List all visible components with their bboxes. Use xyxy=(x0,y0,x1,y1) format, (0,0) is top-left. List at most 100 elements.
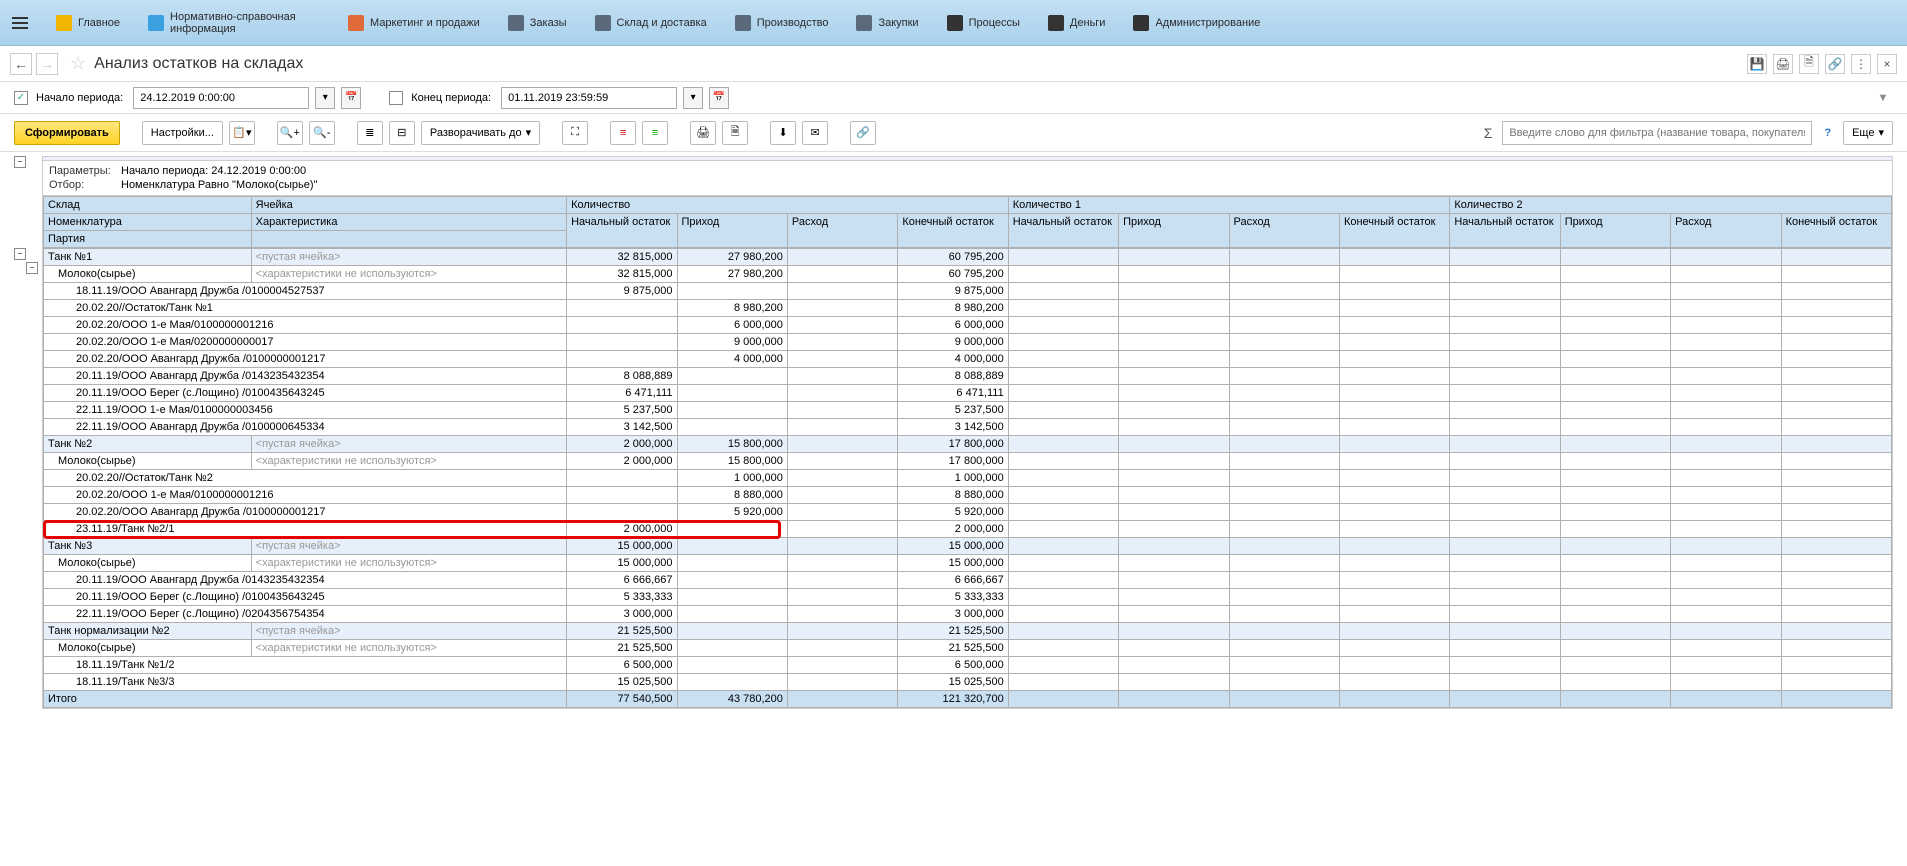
tank-row[interactable]: Танк №2<пустая ячейка>2 000,00015 800,00… xyxy=(44,436,1892,453)
filter-label: Отбор: xyxy=(49,179,121,191)
party-row[interactable]: 20.11.19/ООО Авангард Дружба /0143235432… xyxy=(44,368,1892,385)
tank-row[interactable]: Танк №1<пустая ячейка>32 815,00027 980,2… xyxy=(44,249,1892,266)
nom-row[interactable]: Молоко(сырье)<характеристики не использу… xyxy=(44,555,1892,572)
menu-item[interactable]: Склад и доставка xyxy=(581,7,721,39)
help-icon[interactable]: ? xyxy=(1824,127,1831,139)
party-row[interactable]: 20.11.19/ООО Берег (с.Лощино) /010043564… xyxy=(44,385,1892,402)
party-row[interactable]: 20.02.20//Остаток/Танк №21 000,0001 000,… xyxy=(44,470,1892,487)
party-row[interactable]: 20.02.20//Остаток/Танк №18 980,2008 980,… xyxy=(44,300,1892,317)
menu-icon xyxy=(735,15,751,31)
hamburger-icon[interactable] xyxy=(8,11,32,35)
search-input[interactable] xyxy=(1502,121,1812,145)
params-label: Параметры: xyxy=(49,165,121,177)
menu-item[interactable]: Процессы xyxy=(933,7,1034,39)
favorite-icon[interactable]: ☆ xyxy=(70,53,86,74)
nav-back-button[interactable]: ← xyxy=(10,53,32,75)
menu-item[interactable]: Маркетинг и продажи xyxy=(334,7,494,39)
close-icon[interactable]: × xyxy=(1877,54,1897,74)
settings-button[interactable]: Настройки... xyxy=(142,121,223,145)
end-period-checkbox[interactable] xyxy=(389,91,403,105)
menu-label: Закупки xyxy=(878,17,918,29)
menu-item[interactable]: Деньги xyxy=(1034,7,1120,39)
nom-row[interactable]: Молоко(сырье)<характеристики не использу… xyxy=(44,453,1892,470)
end-period-input[interactable] xyxy=(501,87,677,109)
start-period-input[interactable] xyxy=(133,87,309,109)
start-period-calendar-icon[interactable]: 📅 xyxy=(341,87,361,109)
nom-row[interactable]: Молоко(сырье)<характеристики не использу… xyxy=(44,266,1892,283)
fullscreen-icon[interactable]: ⛶ xyxy=(562,121,588,145)
party-row[interactable]: 18.11.19/Танк №1/26 500,0006 500,000 xyxy=(44,657,1892,674)
collapse-icon[interactable]: − xyxy=(14,248,26,260)
print-icon[interactable]: 🖨 xyxy=(1773,54,1793,74)
print-preview-icon[interactable]: 🗎 xyxy=(722,121,748,145)
more-button[interactable]: Еще ▾ xyxy=(1843,121,1893,145)
zoom-in-icon[interactable]: 🔍+ xyxy=(277,121,303,145)
menu-item[interactable]: Нормативно-справочная информация xyxy=(134,7,334,39)
filter-toggle-icon[interactable]: ▼ xyxy=(1873,88,1893,108)
party-row[interactable]: 22.11.19/ООО Берег (с.Лощино) /020435675… xyxy=(44,606,1892,623)
menu-icon xyxy=(1048,15,1064,31)
party-row[interactable]: 18.11.19/Танк №3/315 025,50015 025,500 xyxy=(44,674,1892,691)
nav-bar: ← → ☆ Анализ остатков на складах 💾 🖨 🗎 🔗… xyxy=(0,46,1907,82)
menu-icon xyxy=(947,15,963,31)
total-row: Итого77 540,50043 780,200121 320,700 xyxy=(44,691,1892,708)
party-row[interactable]: 23.11.19/Танк №2/12 000,0002 000,000 xyxy=(44,521,1892,538)
sigma-icon[interactable]: Σ xyxy=(1484,125,1493,141)
party-row[interactable]: 20.02.20/ООО Авангард Дружба /0100000001… xyxy=(44,504,1892,521)
expand-button[interactable]: Разворачивать до ▾ xyxy=(421,121,540,145)
menu-label: Деньги xyxy=(1070,17,1106,29)
highlight-red-icon[interactable]: ≡ xyxy=(610,121,636,145)
menu-item[interactable]: Заказы xyxy=(494,7,581,39)
save-icon[interactable]: 💾 xyxy=(1747,54,1767,74)
collapse-icon[interactable]: − xyxy=(14,156,26,168)
party-row[interactable]: 22.11.19/ООО Авангард Дружба /0100000645… xyxy=(44,419,1892,436)
email-icon[interactable]: ✉ xyxy=(802,121,828,145)
menu-label: Главное xyxy=(78,17,120,29)
menu-item[interactable]: Производство xyxy=(721,7,843,39)
menu-icon xyxy=(56,15,72,31)
nav-forward-button[interactable]: → xyxy=(36,53,58,75)
party-row[interactable]: 20.02.20/ООО 1-е Мая/01000000012168 880,… xyxy=(44,487,1892,504)
tank-row[interactable]: Танк нормализации №2<пустая ячейка>21 52… xyxy=(44,623,1892,640)
report-body: Параметры: Начало периода: 24.12.2019 0:… xyxy=(42,156,1893,709)
menu-label: Производство xyxy=(757,17,829,29)
attach-link-icon[interactable]: 🔗 xyxy=(850,121,876,145)
preview-icon[interactable]: 🗎 xyxy=(1799,54,1819,74)
main-menu: Главное Нормативно-справочная информацияМ… xyxy=(0,0,1907,46)
start-period-dropdown[interactable]: ▾ xyxy=(315,87,335,109)
menu-icon xyxy=(1133,15,1149,31)
party-row[interactable]: 20.02.20/ООО 1-е Мая/01000000012166 000,… xyxy=(44,317,1892,334)
start-period-checkbox[interactable] xyxy=(14,91,28,105)
party-row[interactable]: 20.02.20/ООО 1-е Мая/02000000000179 000,… xyxy=(44,334,1892,351)
export-icon[interactable]: ⬇ xyxy=(770,121,796,145)
menu-label: Заказы xyxy=(530,17,567,29)
tank-row[interactable]: Танк №3<пустая ячейка>15 000,00015 000,0… xyxy=(44,538,1892,555)
copy-button[interactable]: 📋▾ xyxy=(229,121,255,145)
report-data: Танк №1<пустая ячейка>32 815,00027 980,2… xyxy=(43,248,1892,708)
party-row[interactable]: 22.11.19/ООО 1-е Мая/01000000034565 237,… xyxy=(44,402,1892,419)
menu-item[interactable]: Главное xyxy=(42,7,134,39)
party-row[interactable]: 20.11.19/ООО Берег (с.Лощино) /010043564… xyxy=(44,589,1892,606)
start-period-label: Начало периода: xyxy=(36,92,123,104)
menu-icon xyxy=(856,15,872,31)
menu-item[interactable]: Закупки xyxy=(842,7,932,39)
zoom-out-icon[interactable]: 🔍- xyxy=(309,121,335,145)
list-icon[interactable]: ≣ xyxy=(357,121,383,145)
tree-icon[interactable]: ⊟ xyxy=(389,121,415,145)
highlight-green-icon[interactable]: ≡ xyxy=(642,121,668,145)
menu-icon xyxy=(148,15,164,31)
collapse-icon[interactable]: − xyxy=(26,262,38,274)
menu-label: Процессы xyxy=(969,17,1020,29)
end-period-calendar-icon[interactable]: 📅 xyxy=(709,87,729,109)
nom-row[interactable]: Молоко(сырье)<характеристики не использу… xyxy=(44,640,1892,657)
party-row[interactable]: 20.11.19/ООО Авангард Дружба /0143235432… xyxy=(44,572,1892,589)
print-button[interactable]: 🖨 xyxy=(690,121,716,145)
form-button[interactable]: Сформировать xyxy=(14,121,120,145)
end-period-dropdown[interactable]: ▾ xyxy=(683,87,703,109)
more-icon[interactable]: ⋮ xyxy=(1851,54,1871,74)
link-icon[interactable]: 🔗 xyxy=(1825,54,1845,74)
menu-item[interactable]: Администрирование xyxy=(1119,7,1274,39)
party-row[interactable]: 20.02.20/ООО Авангард Дружба /0100000001… xyxy=(44,351,1892,368)
party-row[interactable]: 18.11.19/ООО Авангард Дружба /0100004527… xyxy=(44,283,1892,300)
params-value: Начало периода: 24.12.2019 0:00:00 xyxy=(121,165,1886,177)
